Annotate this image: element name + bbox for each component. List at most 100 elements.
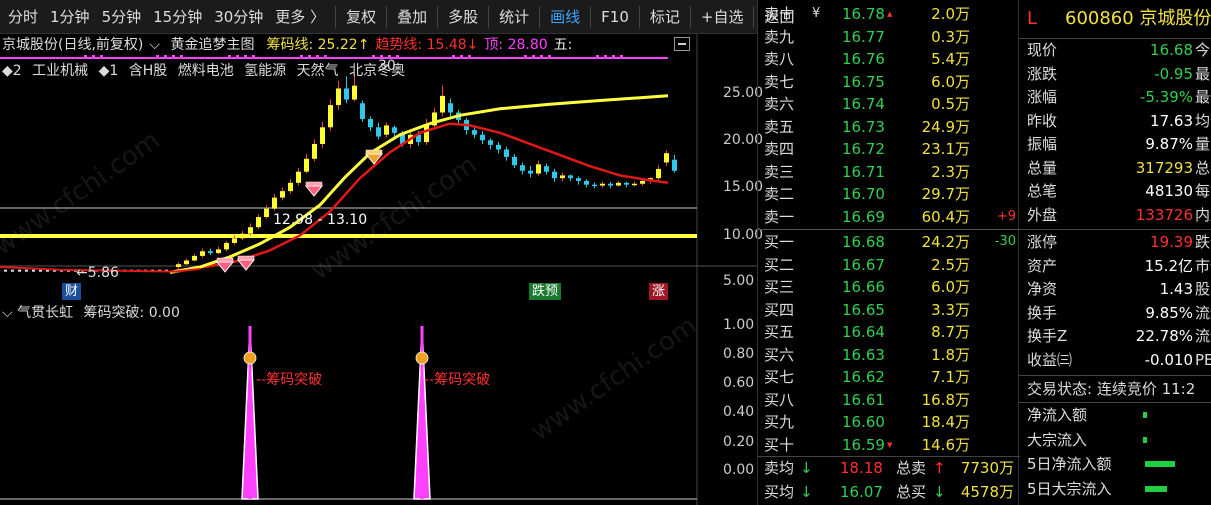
indicator-selector[interactable]: ⌵ 黄金追梦主图 bbox=[149, 34, 260, 54]
ask-volume: 60.4万 bbox=[921, 207, 970, 226]
bid-label: 买九 bbox=[764, 413, 795, 431]
ask-volume: 5.4万 bbox=[931, 50, 970, 68]
ask-price: 16.78 bbox=[842, 5, 885, 23]
indicator-name: 黄金追梦主图 bbox=[170, 37, 255, 53]
top-tick bbox=[84, 55, 87, 59]
ask-volume: 0.3万 bbox=[931, 27, 970, 46]
sub-axis-label: 0.80 bbox=[723, 346, 755, 362]
draw-line-button[interactable]: 画线 bbox=[544, 0, 586, 34]
quote-row: 换手Z 22.78%流通 bbox=[1019, 324, 1211, 348]
concept-tag[interactable]: 含H股 bbox=[129, 63, 168, 79]
bid-row[interactable]: 买九 16.60 18.4万 bbox=[758, 411, 1020, 433]
candle bbox=[352, 85, 357, 100]
ask-row[interactable]: 卖一 16.69 60.4万 +9 bbox=[758, 206, 1020, 228]
f10-button[interactable]: F10 bbox=[595, 0, 635, 34]
bid-row[interactable]: 买六 16.63 1.8万 bbox=[758, 344, 1020, 366]
bid-row[interactable]: 买八 16.61 16.8万 bbox=[758, 389, 1020, 411]
bid-row[interactable]: 买五 16.64 8.7万 bbox=[758, 321, 1020, 343]
concept-tag[interactable]: 天然气 bbox=[297, 63, 339, 79]
top-value: 顶: 28.80 bbox=[484, 37, 548, 53]
chevron-down-icon[interactable]: ⌵ bbox=[2, 305, 13, 321]
flow-label: 大宗流入 bbox=[1027, 430, 1088, 449]
ask-change: +9 bbox=[996, 208, 1016, 224]
tab-30min[interactable]: 30分钟 bbox=[208, 0, 269, 34]
five-value: 五: bbox=[553, 37, 573, 53]
flow-bar bbox=[1143, 436, 1147, 443]
candle bbox=[472, 130, 477, 135]
multi-stock-button[interactable]: 多股 bbox=[442, 0, 484, 34]
summary-price: 16.07 bbox=[840, 483, 883, 501]
quote-value: 16.68 bbox=[1150, 41, 1193, 59]
divider bbox=[1019, 375, 1211, 376]
quote-row: 外盘 133726内盘 bbox=[1019, 203, 1211, 227]
ask-volume: 2.3万 bbox=[931, 162, 970, 181]
candle bbox=[312, 143, 317, 159]
tab-timeshare[interactable]: 分时 bbox=[2, 0, 44, 34]
flow-label: 净流入额 bbox=[1027, 406, 1088, 424]
concept-tag[interactable]: ◆1 bbox=[99, 63, 119, 79]
concept-tag[interactable]: 氢能源 bbox=[244, 63, 286, 79]
toolbar-divider bbox=[638, 5, 640, 28]
bid-row[interactable]: 买一 16.68 24.2万 -30 bbox=[758, 231, 1020, 253]
sub-axis-label: 0.40 bbox=[723, 404, 755, 420]
top-tick bbox=[532, 55, 535, 59]
bid-volume: 3.3万 bbox=[931, 300, 970, 319]
diamond-icon bbox=[236, 259, 256, 271]
capital-flow-row: 5日大宗流入 bbox=[1019, 477, 1211, 501]
bid-volume: 16.8万 bbox=[921, 390, 970, 409]
concept-tag[interactable]: 工业机械 bbox=[32, 63, 88, 79]
tab-more[interactable]: 更多 〉 bbox=[269, 0, 331, 34]
tab-1min[interactable]: 1分钟 bbox=[44, 0, 96, 34]
candle bbox=[544, 166, 549, 172]
bid-price: 16.64 bbox=[842, 323, 885, 341]
finance-badge[interactable]: 财 bbox=[62, 283, 82, 300]
toolbar-divider bbox=[386, 5, 388, 28]
ask-volume: 6.0万 bbox=[931, 72, 970, 91]
bid-row[interactable]: 买十 16.59 14.6万 ▼ bbox=[758, 434, 1020, 456]
concept-tag[interactable]: ◆2 bbox=[2, 63, 22, 79]
summary-value: 7730万 bbox=[960, 459, 1014, 477]
bid-row[interactable]: 买七 16.62 7.1万 bbox=[758, 366, 1020, 388]
ask-row[interactable]: 卖五 16.73 24.9万 bbox=[758, 116, 1020, 138]
top-tick bbox=[180, 55, 183, 59]
ask-row[interactable]: 卖六 16.74 0.5万 bbox=[758, 93, 1020, 115]
toolbar-divider bbox=[590, 5, 592, 28]
top-tick bbox=[604, 55, 607, 59]
candle bbox=[288, 182, 293, 192]
ask-row[interactable]: 卖四 16.72 23.1万 bbox=[758, 138, 1020, 160]
overlay-button[interactable]: 叠加 bbox=[391, 0, 433, 34]
ask-row[interactable]: 卖七 16.75 6.0万 bbox=[758, 71, 1020, 93]
ask-volume: 2.0万 bbox=[931, 5, 970, 23]
ask-row[interactable]: 卖二 16.70 29.7万 bbox=[758, 183, 1020, 205]
restore-rights-button[interactable]: 复权 bbox=[340, 0, 382, 34]
bid-row[interactable]: 买二 16.67 2.5万 bbox=[758, 254, 1020, 276]
concept-tag[interactable]: 燃料电池 bbox=[178, 63, 234, 79]
statistics-button[interactable]: 统计 bbox=[493, 0, 535, 34]
price-axis-label: 5.00 bbox=[723, 273, 755, 289]
ask-row[interactable]: 卖八 16.76 5.4万 bbox=[758, 48, 1020, 70]
ask-row[interactable]: 卖十 16.78 2.0万 ¥ ▲ bbox=[758, 3, 1020, 25]
mark-button[interactable]: 标记 bbox=[644, 0, 686, 34]
top-tick bbox=[172, 55, 175, 59]
tab-5min[interactable]: 5分钟 bbox=[96, 0, 148, 34]
bid-row[interactable]: 买三 16.66 6.0万 bbox=[758, 276, 1020, 298]
tab-15min[interactable]: 15分钟 bbox=[147, 0, 208, 34]
ask-row[interactable]: 卖九 16.77 0.3万 bbox=[758, 26, 1020, 48]
fall-warning-badge[interactable]: 跌预 bbox=[529, 283, 562, 300]
bid-row[interactable]: 买四 16.65 3.3万 bbox=[758, 299, 1020, 321]
ask-price: 16.74 bbox=[842, 95, 885, 113]
candle bbox=[264, 208, 269, 218]
ask-row[interactable]: 卖三 16.71 2.3万 bbox=[758, 161, 1020, 183]
candle bbox=[440, 95, 445, 113]
candle bbox=[600, 183, 605, 186]
add-watchlist-button[interactable]: +自选 bbox=[695, 0, 750, 34]
rise-badge[interactable]: 涨 bbox=[649, 283, 669, 300]
candle bbox=[272, 197, 277, 209]
candle bbox=[360, 103, 365, 119]
candle bbox=[528, 170, 533, 174]
minimize-icon[interactable] bbox=[674, 37, 690, 51]
capital-flow-row: 大宗流入 bbox=[1019, 428, 1211, 452]
ask-label: 卖四 bbox=[764, 140, 795, 158]
concept-tags: ◆2 工业机械 ◆1 含H股 燃料电池 氢能源 天然气 北京冬奥 bbox=[2, 60, 411, 80]
quote-label: 涨跌 bbox=[1027, 64, 1058, 83]
